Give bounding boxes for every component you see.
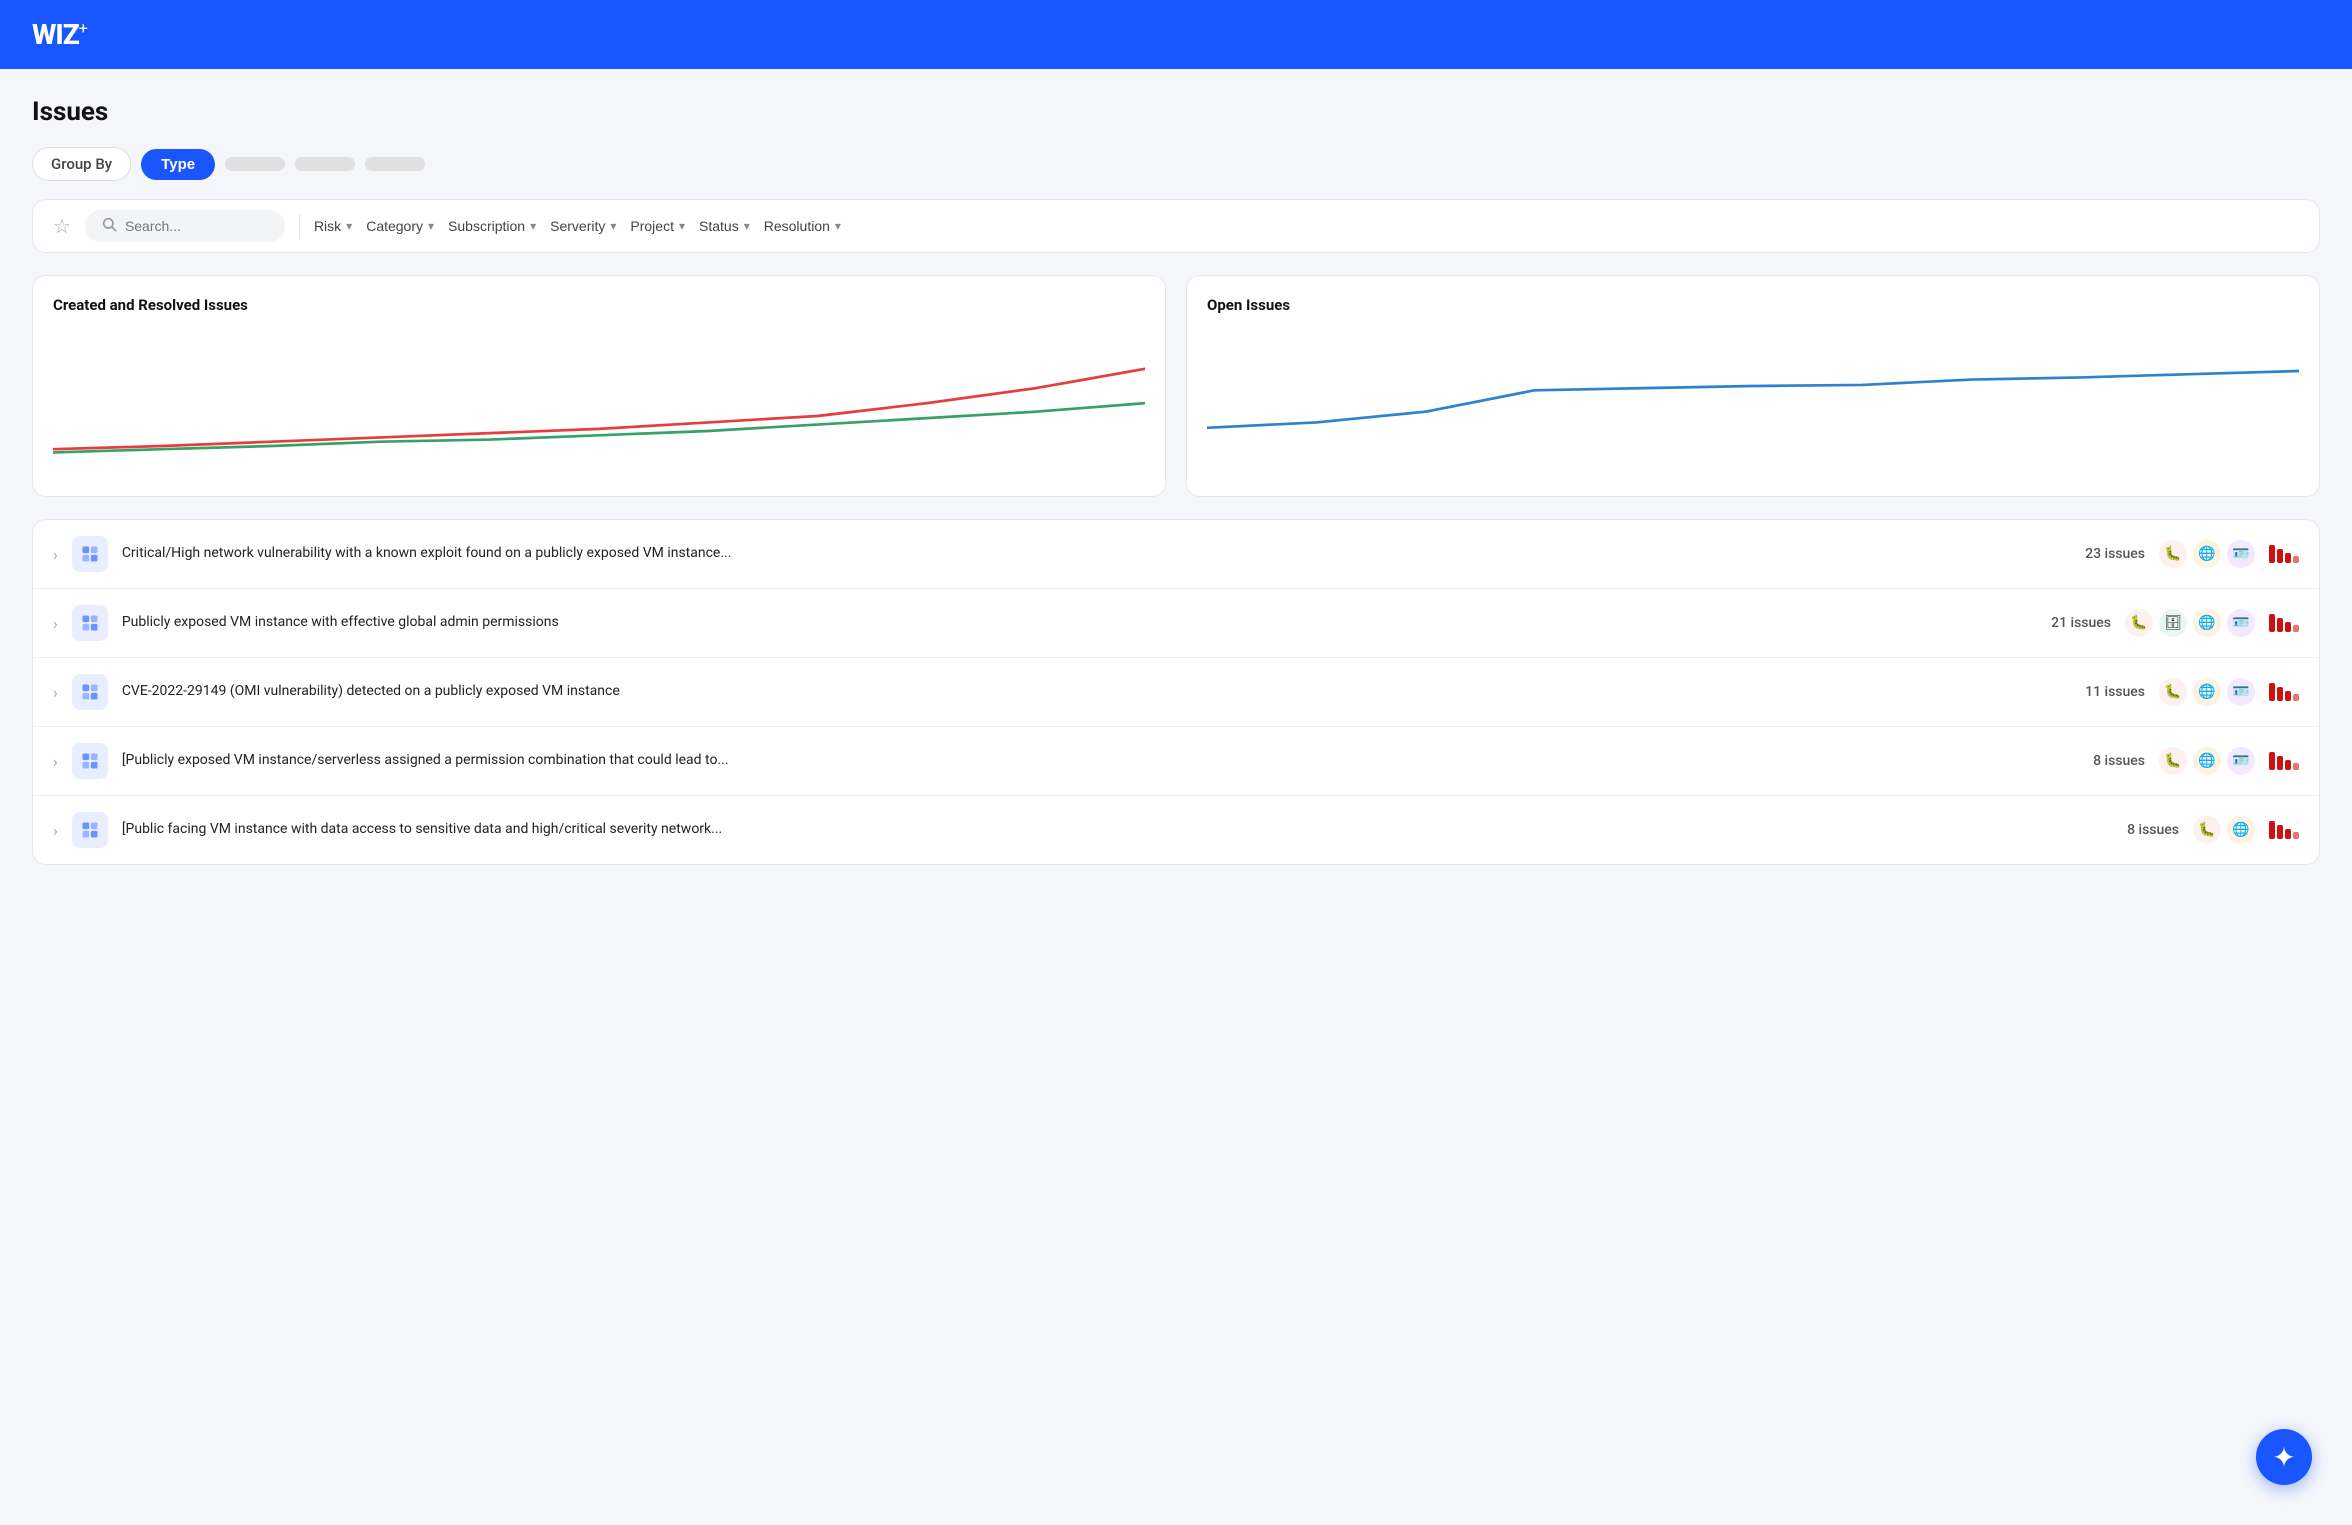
risk-filter[interactable]: Risk ▾ <box>314 218 352 234</box>
severity-bars <box>2269 614 2299 632</box>
resolution-chevron-icon: ▾ <box>835 219 841 233</box>
main-content: Issues Group By Type ☆ Risk ▾ Category ▾… <box>0 69 2352 893</box>
bug-icon: 🐛 <box>2193 816 2221 844</box>
expand-icon: › <box>53 821 58 840</box>
risk-chevron-icon: ▾ <box>346 219 352 233</box>
resolution-filter[interactable]: Resolution ▾ <box>764 218 841 234</box>
fab-plus-icon: ✦ <box>2272 1441 2295 1474</box>
issue-type-icon <box>72 674 108 710</box>
group-by-btn-4[interactable] <box>365 157 425 171</box>
category-chevron-icon: ▾ <box>428 219 434 233</box>
card-icon: 🪪 <box>2227 747 2255 775</box>
expand-icon: › <box>53 683 58 702</box>
group-by-type-button[interactable]: Type <box>141 149 215 180</box>
issue-tags: 🐛 🌐 🪪 <box>2159 540 2255 568</box>
table-row[interactable]: › [Publicly exposed VM instance/serverle… <box>33 727 2319 796</box>
created-resolved-chart-title: Created and Resolved Issues <box>53 296 1145 314</box>
search-input[interactable] <box>125 218 265 234</box>
group-by-label: Group By <box>32 147 131 181</box>
issue-count: 8 issues <box>2099 822 2179 838</box>
issue-count: 21 issues <box>2031 615 2111 631</box>
bug-icon: 🐛 <box>2159 747 2187 775</box>
bug-icon: 🐛 <box>2125 609 2153 637</box>
open-issues-chart-title: Open Issues <box>1207 296 2299 314</box>
page-title: Issues <box>32 97 2320 127</box>
issue-description: [Publicly exposed VM instance/serverless… <box>122 751 2051 771</box>
issue-description: Critical/High network vulnerability with… <box>122 544 2051 564</box>
card-icon: 🪪 <box>2227 540 2255 568</box>
status-filter[interactable]: Status ▾ <box>699 218 750 234</box>
wiz-logo: WIZ+ <box>32 18 87 51</box>
open-issues-chart: Open Issues <box>1186 275 2320 497</box>
globe-icon: 🌐 <box>2227 816 2255 844</box>
fab-button[interactable]: ✦ <box>2256 1429 2312 1485</box>
card-icon: 🪪 <box>2227 678 2255 706</box>
severity-bars <box>2269 683 2299 701</box>
header: WIZ+ <box>0 0 2352 69</box>
table-row[interactable]: › Publicly exposed VM instance with effe… <box>33 589 2319 658</box>
filter-divider <box>299 214 300 238</box>
project-chevron-icon: ▾ <box>679 219 685 233</box>
table-row[interactable]: › CVE-2022-29149 (OMI vulnerability) det… <box>33 658 2319 727</box>
issue-type-icon <box>72 536 108 572</box>
group-by-row: Group By Type <box>32 147 2320 181</box>
issue-type-icon <box>72 812 108 848</box>
filter-bar: ☆ Risk ▾ Category ▾ Subscription ▾ Serve… <box>32 199 2320 253</box>
bug-icon: 🐛 <box>2159 678 2187 706</box>
expand-icon: › <box>53 614 58 633</box>
subscription-filter[interactable]: Subscription ▾ <box>448 218 536 234</box>
charts-row: Created and Resolved Issues Open Issues <box>32 275 2320 497</box>
issue-type-icon <box>72 605 108 641</box>
table-row[interactable]: › [Public facing VM instance with data a… <box>33 796 2319 864</box>
db-icon: 🗄 <box>2159 609 2187 637</box>
severity-bars <box>2269 752 2299 770</box>
issues-list: › Critical/High network vulnerability wi… <box>32 519 2320 865</box>
issue-tags: 🐛 🗄 🌐 🪪 <box>2125 609 2255 637</box>
expand-icon: › <box>53 545 58 564</box>
created-resolved-chart: Created and Resolved Issues <box>32 275 1166 497</box>
status-chevron-icon: ▾ <box>744 219 750 233</box>
category-filter[interactable]: Category ▾ <box>366 218 434 234</box>
issue-tags: 🐛 🌐 <box>2193 816 2255 844</box>
expand-icon: › <box>53 752 58 771</box>
issue-count: 11 issues <box>2065 684 2145 700</box>
bug-icon: 🐛 <box>2159 540 2187 568</box>
globe-icon: 🌐 <box>2193 747 2221 775</box>
group-by-btn-3[interactable] <box>295 157 355 171</box>
search-wrap <box>85 210 285 242</box>
severity-bars <box>2269 545 2299 563</box>
open-issues-chart-svg <box>1207 326 2299 476</box>
globe-icon: 🌐 <box>2193 540 2221 568</box>
table-row[interactable]: › Critical/High network vulnerability wi… <box>33 520 2319 589</box>
severity-filter[interactable]: Serverity ▾ <box>550 218 616 234</box>
globe-icon: 🌐 <box>2193 678 2221 706</box>
issue-count: 23 issues <box>2065 546 2145 562</box>
created-resolved-chart-svg <box>53 326 1145 476</box>
issue-description: CVE-2022-29149 (OMI vulnerability) detec… <box>122 682 2051 702</box>
issue-count: 8 issues <box>2065 753 2145 769</box>
issue-tags: 🐛 🌐 🪪 <box>2159 678 2255 706</box>
globe-icon: 🌐 <box>2193 609 2221 637</box>
subscription-chevron-icon: ▾ <box>530 219 536 233</box>
group-by-btn-2[interactable] <box>225 157 285 171</box>
project-filter[interactable]: Project ▾ <box>630 218 685 234</box>
issue-description: Publicly exposed VM instance with effect… <box>122 613 2017 633</box>
severity-chevron-icon: ▾ <box>610 219 616 233</box>
issue-tags: 🐛 🌐 🪪 <box>2159 747 2255 775</box>
search-icon <box>101 216 117 236</box>
issue-type-icon <box>72 743 108 779</box>
severity-bars <box>2269 821 2299 839</box>
issue-description: [Public facing VM instance with data acc… <box>122 820 2085 840</box>
card-icon: 🪪 <box>2227 609 2255 637</box>
star-icon[interactable]: ☆ <box>53 214 71 238</box>
